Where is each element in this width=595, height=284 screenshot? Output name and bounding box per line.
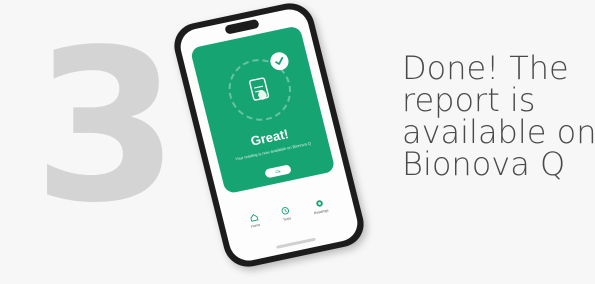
tab-label: Home [250,222,261,229]
readings-icon [315,200,323,207]
phone-screen: Great! Your reading is now available on … [176,5,362,265]
home-icon [250,214,259,222]
message-line: report is [402,81,536,119]
phone-mockup: Great! Your reading is now available on … [169,0,380,272]
bottom-tab-bar: Home Tests Readings [237,195,344,243]
tab-readings[interactable]: Readings [311,198,329,216]
completion-message: Done! The report is available on Bionova… [402,52,595,180]
ok-button[interactable]: Ok [264,164,292,179]
success-card: Great! Your reading is now available on … [189,25,336,195]
phone-frame: Great! Your reading is now available on … [169,0,369,272]
tab-label: Tests [282,216,292,222]
tab-tests[interactable]: Tests [280,206,292,222]
report-illustration [221,50,298,127]
message-line: Bionova Q [402,145,566,183]
message-line: available on [402,113,595,151]
tab-home[interactable]: Home [248,212,261,229]
tab-label: Readings [313,208,329,216]
document-icon [249,77,270,101]
clock-icon [281,207,289,215]
check-badge-icon [268,50,291,72]
message-line: Done! The [402,49,569,87]
phone-notch [224,18,260,35]
step-number: 3 [33,4,179,249]
home-indicator [276,237,316,249]
